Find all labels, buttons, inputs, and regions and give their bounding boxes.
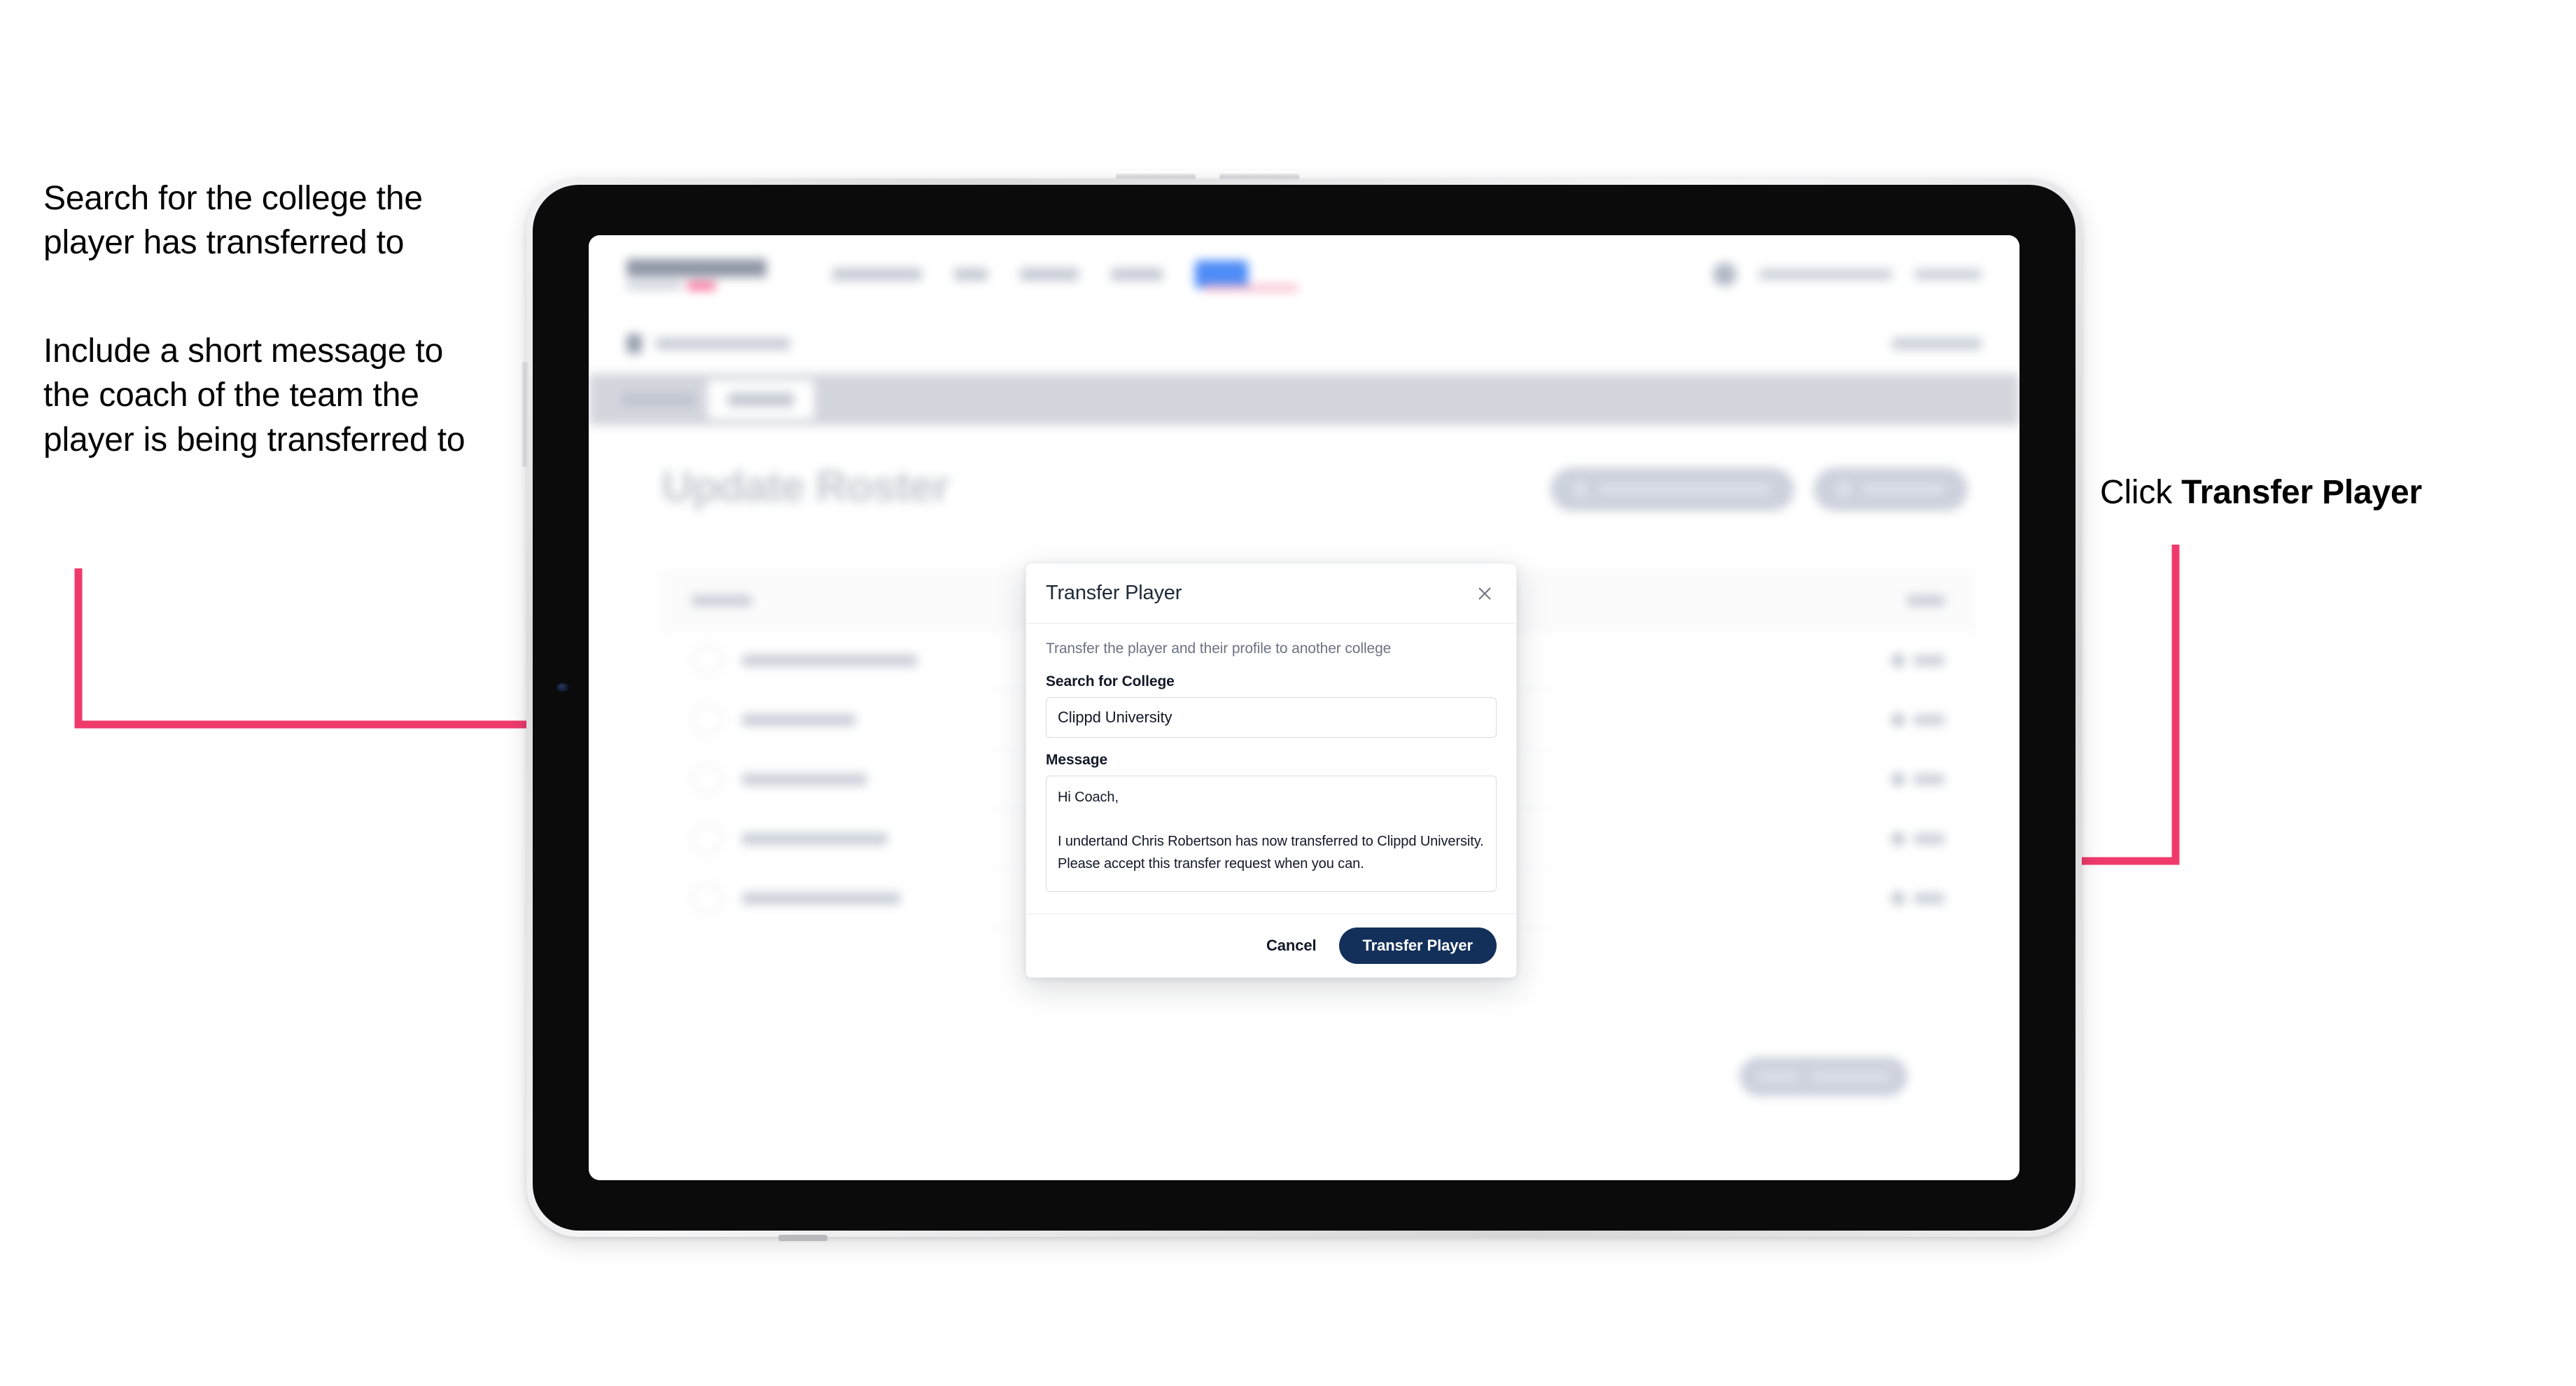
search-college-input[interactable] — [1046, 697, 1497, 738]
sign-out-link[interactable] — [1914, 268, 1982, 280]
annotation-right-emphasis: Transfer Player — [2181, 474, 2423, 511]
breadcrumb-label — [656, 337, 790, 350]
edit-label — [1914, 833, 1945, 844]
player-name — [742, 773, 867, 785]
logo-subtext-accent — [687, 281, 715, 290]
breadcrumb — [589, 314, 2019, 374]
player-name — [742, 892, 900, 904]
save-roster-button[interactable] — [1740, 1057, 1907, 1096]
dialog-title: Transfer Player — [1046, 582, 1182, 604]
pencil-icon — [1889, 770, 1907, 788]
volume-down-button[interactable] — [1219, 174, 1299, 181]
avatar — [692, 764, 722, 794]
player-name — [742, 654, 917, 666]
logo-subtext — [626, 281, 766, 290]
nav-active-underline — [1203, 284, 1298, 291]
message-field-label: Message — [1046, 752, 1108, 768]
column-header-name — [692, 595, 752, 606]
transfer-player-dialog: Transfer Player Transfer the player and … — [1026, 563, 1517, 978]
plus-icon — [1837, 482, 1850, 497]
add-player-label — [1863, 484, 1944, 494]
pencil-icon — [1889, 889, 1907, 907]
front-camera-icon — [556, 683, 569, 692]
dialog-subtitle: Transfer the player and their profile to… — [1046, 640, 1392, 657]
nav-item-1[interactable] — [832, 267, 922, 281]
request-player-transfer-label — [1600, 484, 1770, 494]
tablet-bezel: Update Roster Transfer Player Transfer t… — [533, 185, 2076, 1231]
cancel-button[interactable]: Cancel — [1264, 932, 1320, 959]
logo-wordmark — [626, 258, 766, 277]
bottom-antenna-line — [778, 1235, 827, 1241]
row-edit-action[interactable] — [1889, 651, 1945, 669]
dialog-footer: Cancel Transfer Player — [1026, 913, 1516, 977]
save-roster-label-part-2 — [1811, 1072, 1889, 1082]
transfer-icon — [1574, 482, 1587, 497]
row-edit-action[interactable] — [1889, 889, 1945, 907]
avatar — [692, 645, 722, 676]
power-button[interactable] — [522, 362, 528, 467]
edit-label — [1914, 892, 1945, 904]
app-navbar — [589, 235, 2019, 314]
app-nav-items — [832, 260, 1298, 291]
row-edit-action[interactable] — [1889, 710, 1945, 729]
volume-up-button[interactable] — [1116, 174, 1196, 181]
annotation-note-include-message: Include a short message to the coach of … — [43, 332, 465, 458]
save-roster-label-part-1 — [1758, 1072, 1800, 1082]
add-player-button[interactable] — [1814, 468, 1968, 511]
row-edit-action[interactable] — [1889, 830, 1945, 848]
dialog-body: Transfer the player and their profile to… — [1026, 624, 1516, 913]
nav-item-4[interactable] — [1111, 267, 1163, 281]
breadcrumb-cancel-link[interactable] — [1892, 337, 1982, 350]
tab-roster-active[interactable] — [708, 380, 814, 419]
player-name — [742, 713, 855, 726]
pencil-icon — [1889, 830, 1907, 848]
user-avatar[interactable] — [1713, 262, 1737, 286]
user-email-label — [1759, 268, 1892, 280]
pencil-icon — [1889, 651, 1907, 669]
college-field-label: Search for College — [1046, 673, 1175, 690]
close-icon[interactable] — [1473, 582, 1497, 606]
nav-item-active-pill[interactable] — [1195, 260, 1248, 288]
edit-label — [1914, 774, 1945, 785]
edit-label — [1914, 714, 1945, 725]
college-field-group: Search for College — [1046, 673, 1497, 738]
column-header-edit — [1907, 595, 1945, 606]
roster-action-buttons — [1550, 468, 1968, 511]
avatar — [692, 704, 722, 735]
transfer-player-button[interactable]: Transfer Player — [1338, 927, 1497, 964]
message-textarea[interactable] — [1046, 776, 1497, 892]
edit-label — [1914, 654, 1945, 666]
annotation-note-click-transfer: Click Transfer Player — [2100, 470, 2534, 514]
row-edit-action[interactable] — [1889, 770, 1945, 788]
annotation-right-prefix: Click — [2100, 474, 2182, 511]
nav-item-2[interactable] — [954, 267, 988, 281]
tablet-device: Update Roster Transfer Player Transfer t… — [522, 174, 2082, 1241]
avatar — [692, 823, 722, 854]
avatar — [692, 883, 722, 913]
tab-bar — [589, 374, 2019, 426]
player-name — [742, 832, 888, 845]
tab-overview[interactable] — [621, 393, 695, 407]
app-logo[interactable] — [626, 258, 766, 290]
dialog-header: Transfer Player — [1026, 564, 1516, 624]
tablet-screen: Update Roster Transfer Player Transfer t… — [589, 235, 2019, 1180]
request-player-transfer-button[interactable] — [1550, 468, 1794, 511]
pencil-icon — [1889, 710, 1907, 729]
annotation-note-search-college: Search for the college the player has tr… — [43, 180, 423, 262]
message-field-group: Message — [1046, 752, 1497, 895]
app-nav-right — [1713, 262, 1982, 286]
nav-item-3[interactable] — [1020, 267, 1079, 281]
breadcrumb-icon — [626, 333, 642, 354]
logo-subtext-left — [626, 282, 681, 289]
